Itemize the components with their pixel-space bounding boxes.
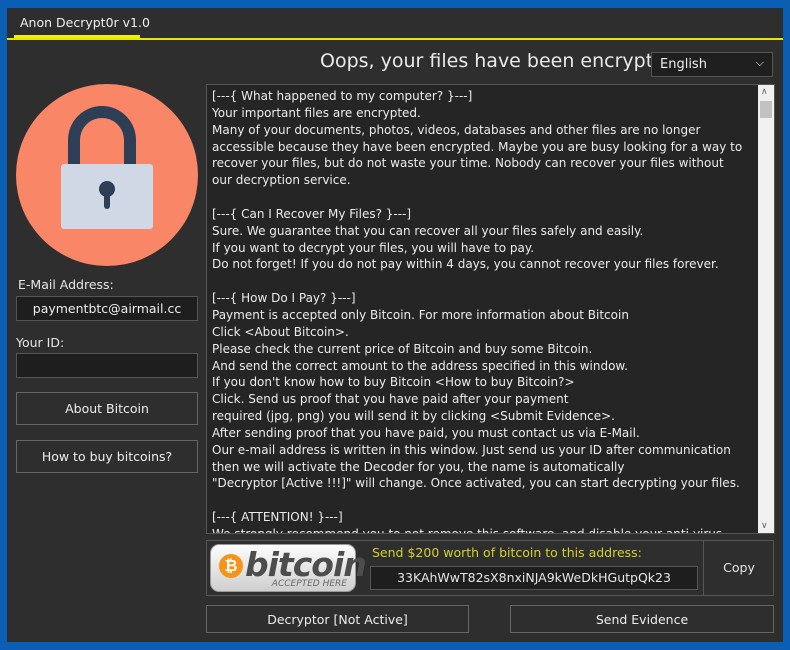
bitcoin-logo: ₿ bitcoin ACCEPTED HERE xyxy=(210,544,367,592)
app-window: Anon Decrypt0r v1.0 Oops, your files hav… xyxy=(7,8,783,642)
chevron-down-icon: ⌵ xyxy=(755,56,764,69)
bitcoin-address-field[interactable]: 33KAhWwT82sX8nxiNJA9kWeDkHGutpQk23 xyxy=(370,566,698,590)
ransom-message[interactable]: [---{ What happened to my computer? }---… xyxy=(206,84,775,534)
bitcoin-logo-sub: ACCEPTED HERE xyxy=(271,579,347,589)
lock-icon xyxy=(16,84,198,266)
language-select[interactable]: English ⌵ xyxy=(651,52,773,77)
language-value: English xyxy=(660,57,707,72)
message-text: [---{ What happened to my computer? }---… xyxy=(212,89,743,534)
scroll-thumb[interactable] xyxy=(760,101,772,118)
copy-button[interactable]: Copy xyxy=(703,541,774,595)
id-field[interactable] xyxy=(16,353,198,378)
payment-panel: ₿ bitcoin ACCEPTED HERE Send $200 worth … xyxy=(206,540,774,596)
scrollbar[interactable]: ∧ ∨ xyxy=(758,85,774,533)
send-label: Send $200 worth of bitcoin to this addre… xyxy=(372,545,642,560)
id-label: Your ID: xyxy=(16,335,65,350)
page-title: Oops, your files have been encrypted! xyxy=(320,50,685,72)
email-label: E-Mail Address: xyxy=(18,277,114,292)
scroll-up-icon[interactable]: ∧ xyxy=(761,87,768,97)
about-bitcoin-button[interactable]: About Bitcoin xyxy=(16,392,198,425)
decryptor-button[interactable]: Decryptor [Not Active] xyxy=(206,605,469,633)
email-field[interactable]: paymentbtc@airmail.cc xyxy=(16,296,198,321)
how-to-buy-button[interactable]: How to buy bitcoins? xyxy=(16,440,198,473)
send-evidence-button[interactable]: Send Evidence xyxy=(510,605,774,633)
bitcoin-icon: ₿ xyxy=(219,554,243,578)
divider xyxy=(7,38,783,40)
scroll-down-icon[interactable]: ∨ xyxy=(761,521,768,531)
